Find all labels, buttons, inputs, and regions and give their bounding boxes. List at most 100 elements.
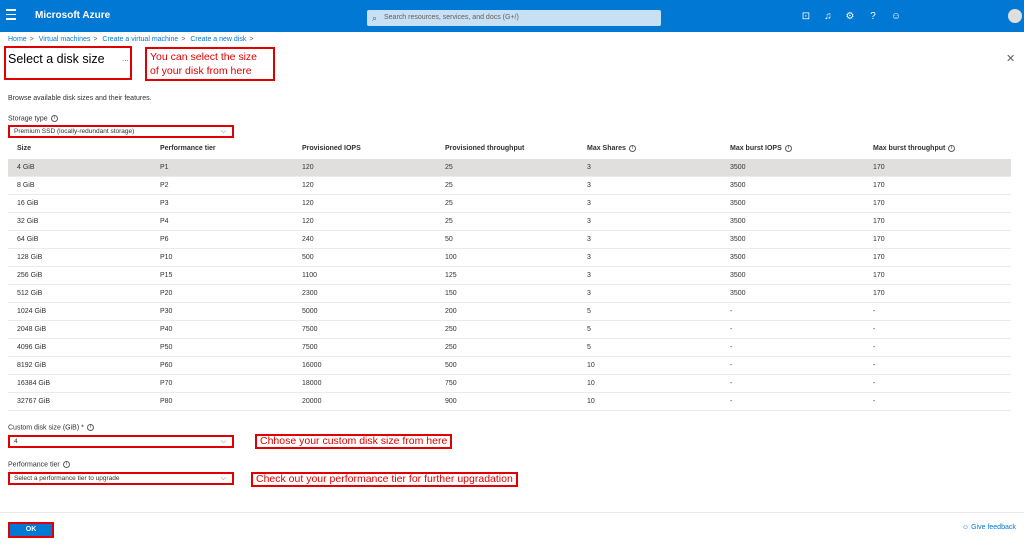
table-row[interactable]: 32 GiB P4 120 25 3 3500 170 <box>8 213 1011 231</box>
table-cell: 128 GiB <box>17 254 43 261</box>
table-row[interactable]: 512 GiB P20 2300 150 3 3500 170 <box>8 285 1011 303</box>
table-cell: P3 <box>160 200 169 207</box>
give-feedback-link[interactable]: ☺ Give feedback <box>962 524 1016 531</box>
custom-size-label: Custom disk size (GiB) * i <box>8 424 94 431</box>
table-cell: 7500 <box>302 326 318 333</box>
table-cell: 170 <box>873 290 885 297</box>
table-cell: 3500 <box>730 164 746 171</box>
info-icon[interactable]: i <box>629 145 636 152</box>
close-icon[interactable]: ✕ <box>1006 52 1015 65</box>
performance-tier-select[interactable]: Select a performance tier to upgrade ⌵ <box>8 472 234 485</box>
storage-type-select[interactable]: Premium SSD (locally-redundant storage) … <box>8 125 234 138</box>
table-cell: P40 <box>160 326 173 333</box>
table-cell: 240 <box>302 236 314 243</box>
table-cell: 25 <box>445 164 453 171</box>
table-cell: - <box>730 398 733 405</box>
table-row[interactable]: 256 GiB P15 1100 125 3 3500 170 <box>8 267 1011 285</box>
info-icon[interactable]: i <box>50 115 58 122</box>
table-cell: 500 <box>445 362 457 369</box>
table-header: Size Performance tier Provisioned IOPS Prov… <box>8 141 1011 159</box>
cloud-shell-icon[interactable]: ⊡ <box>800 11 812 23</box>
storage-type-label: Storage type i <box>8 115 58 122</box>
annotation-size-hint-line2: of your disk from here <box>150 65 252 77</box>
table-cell: 120 <box>302 182 314 189</box>
table-row[interactable]: 8192 GiB P60 16000 500 10 - - <box>8 357 1011 375</box>
notifications-bell-icon[interactable]: ♫ <box>822 11 834 23</box>
breadcrumb: Home > Virtual machines > Create a virtual… <box>8 36 256 43</box>
table-cell: 8 GiB <box>17 182 35 189</box>
table-cell: 16000 <box>302 362 322 369</box>
table-cell: 3 <box>587 200 591 207</box>
breadcrumb-create-disk[interactable]: Create a new disk <box>190 36 246 43</box>
info-icon[interactable]: i <box>948 145 955 152</box>
table-row[interactable]: 32767 GiB P80 20000 900 10 - - <box>8 393 1011 411</box>
settings-gear-icon[interactable]: ⚙ <box>844 11 856 23</box>
table-cell: 3500 <box>730 218 746 225</box>
feedback-icon[interactable]: ☺ <box>890 11 902 23</box>
table-row[interactable]: 128 GiB P10 500 100 3 3500 170 <box>8 249 1011 267</box>
table-cell: P30 <box>160 308 173 315</box>
table-cell: 250 <box>445 344 457 351</box>
table-cell: - <box>730 380 733 387</box>
custom-size-select[interactable]: 4 ⌵ <box>8 435 234 448</box>
table-cell: P2 <box>160 182 169 189</box>
table-cell: 4096 GiB <box>17 344 47 351</box>
table-cell: 2048 GiB <box>17 326 47 333</box>
breadcrumb-separator: > <box>249 36 254 43</box>
table-row[interactable]: 1024 GiB P30 5000 200 5 - - <box>8 303 1011 321</box>
table-cell: - <box>873 308 876 315</box>
table-cell: 120 <box>302 218 314 225</box>
breadcrumb-separator: > <box>29 36 34 43</box>
table-row[interactable]: 2048 GiB P40 7500 250 5 - - <box>8 321 1011 339</box>
table-cell: 256 GiB <box>17 272 43 279</box>
table-cell: 7500 <box>302 344 318 351</box>
table-row[interactable]: 4096 GiB P50 7500 250 5 - - <box>8 339 1011 357</box>
table-row[interactable]: 64 GiB P6 240 50 3 3500 170 <box>8 231 1011 249</box>
table-cell: 8192 GiB <box>17 362 47 369</box>
info-icon[interactable]: i <box>86 424 94 431</box>
custom-size-label-text: Custom disk size (GiB) * <box>8 424 84 432</box>
table-body: 4 GiB P1 120 25 3 3500 170 8 GiB P2 120 25 3 3500 170… <box>8 159 1011 411</box>
description: Browse available disk sizes and their fe… <box>8 95 152 102</box>
table-cell: 3 <box>587 254 591 261</box>
table-cell: 32767 GiB <box>17 398 51 405</box>
breadcrumb-home[interactable]: Home <box>8 36 27 43</box>
help-icon[interactable]: ? <box>867 11 879 23</box>
ok-button[interactable]: OK <box>8 522 54 538</box>
table-cell: 170 <box>873 236 885 243</box>
table-cell: P6 <box>160 236 169 243</box>
table-cell: 64 GiB <box>17 236 39 243</box>
table-row[interactable]: 4 GiB P1 120 25 3 3500 170 <box>8 159 1011 177</box>
annotation-custom-hint: Chhose your custom disk size from here <box>255 434 453 449</box>
table-cell: 3 <box>587 290 591 297</box>
feedback-icon: ☺ <box>962 524 970 531</box>
search-input[interactable]: ⌕ Search resources, services, and docs (… <box>367 10 661 26</box>
brand-title[interactable]: Microsoft Azure <box>35 10 110 21</box>
table-cell: 10 <box>587 380 595 387</box>
table-cell: 512 GiB <box>17 290 43 297</box>
table-row[interactable]: 16384 GiB P70 18000 750 10 - - <box>8 375 1011 393</box>
table-cell: 2300 <box>302 290 318 297</box>
avatar[interactable] <box>1008 9 1022 23</box>
info-icon[interactable]: i <box>62 461 70 468</box>
table-cell: 3500 <box>730 290 746 297</box>
table-cell: 170 <box>873 218 885 225</box>
info-icon[interactable]: i <box>785 145 792 152</box>
table-cell: - <box>873 380 876 387</box>
table-row[interactable]: 8 GiB P2 120 25 3 3500 170 <box>8 177 1011 195</box>
breadcrumb-create-vm[interactable]: Create a virtual machine <box>102 36 178 43</box>
breadcrumb-virtual-machines[interactable]: Virtual machines <box>39 36 91 43</box>
table-cell: - <box>873 362 876 369</box>
more-options-icon[interactable]: ... <box>122 54 129 63</box>
table-cell: 170 <box>873 254 885 261</box>
table-cell: P1 <box>160 164 169 171</box>
table-cell: 120 <box>302 164 314 171</box>
top-bar: Microsoft Azure ⌕ Search resources, serv… <box>0 0 1024 32</box>
annotation-size-hint: You can select the size of your disk fro… <box>145 47 275 81</box>
table-cell: - <box>873 344 876 351</box>
table-cell: - <box>730 362 733 369</box>
hamburger-menu-icon[interactable] <box>6 9 16 21</box>
table-row[interactable]: 16 GiB P3 120 25 3 3500 170 <box>8 195 1011 213</box>
table-cell: 170 <box>873 164 885 171</box>
table-cell: 32 GiB <box>17 218 39 225</box>
